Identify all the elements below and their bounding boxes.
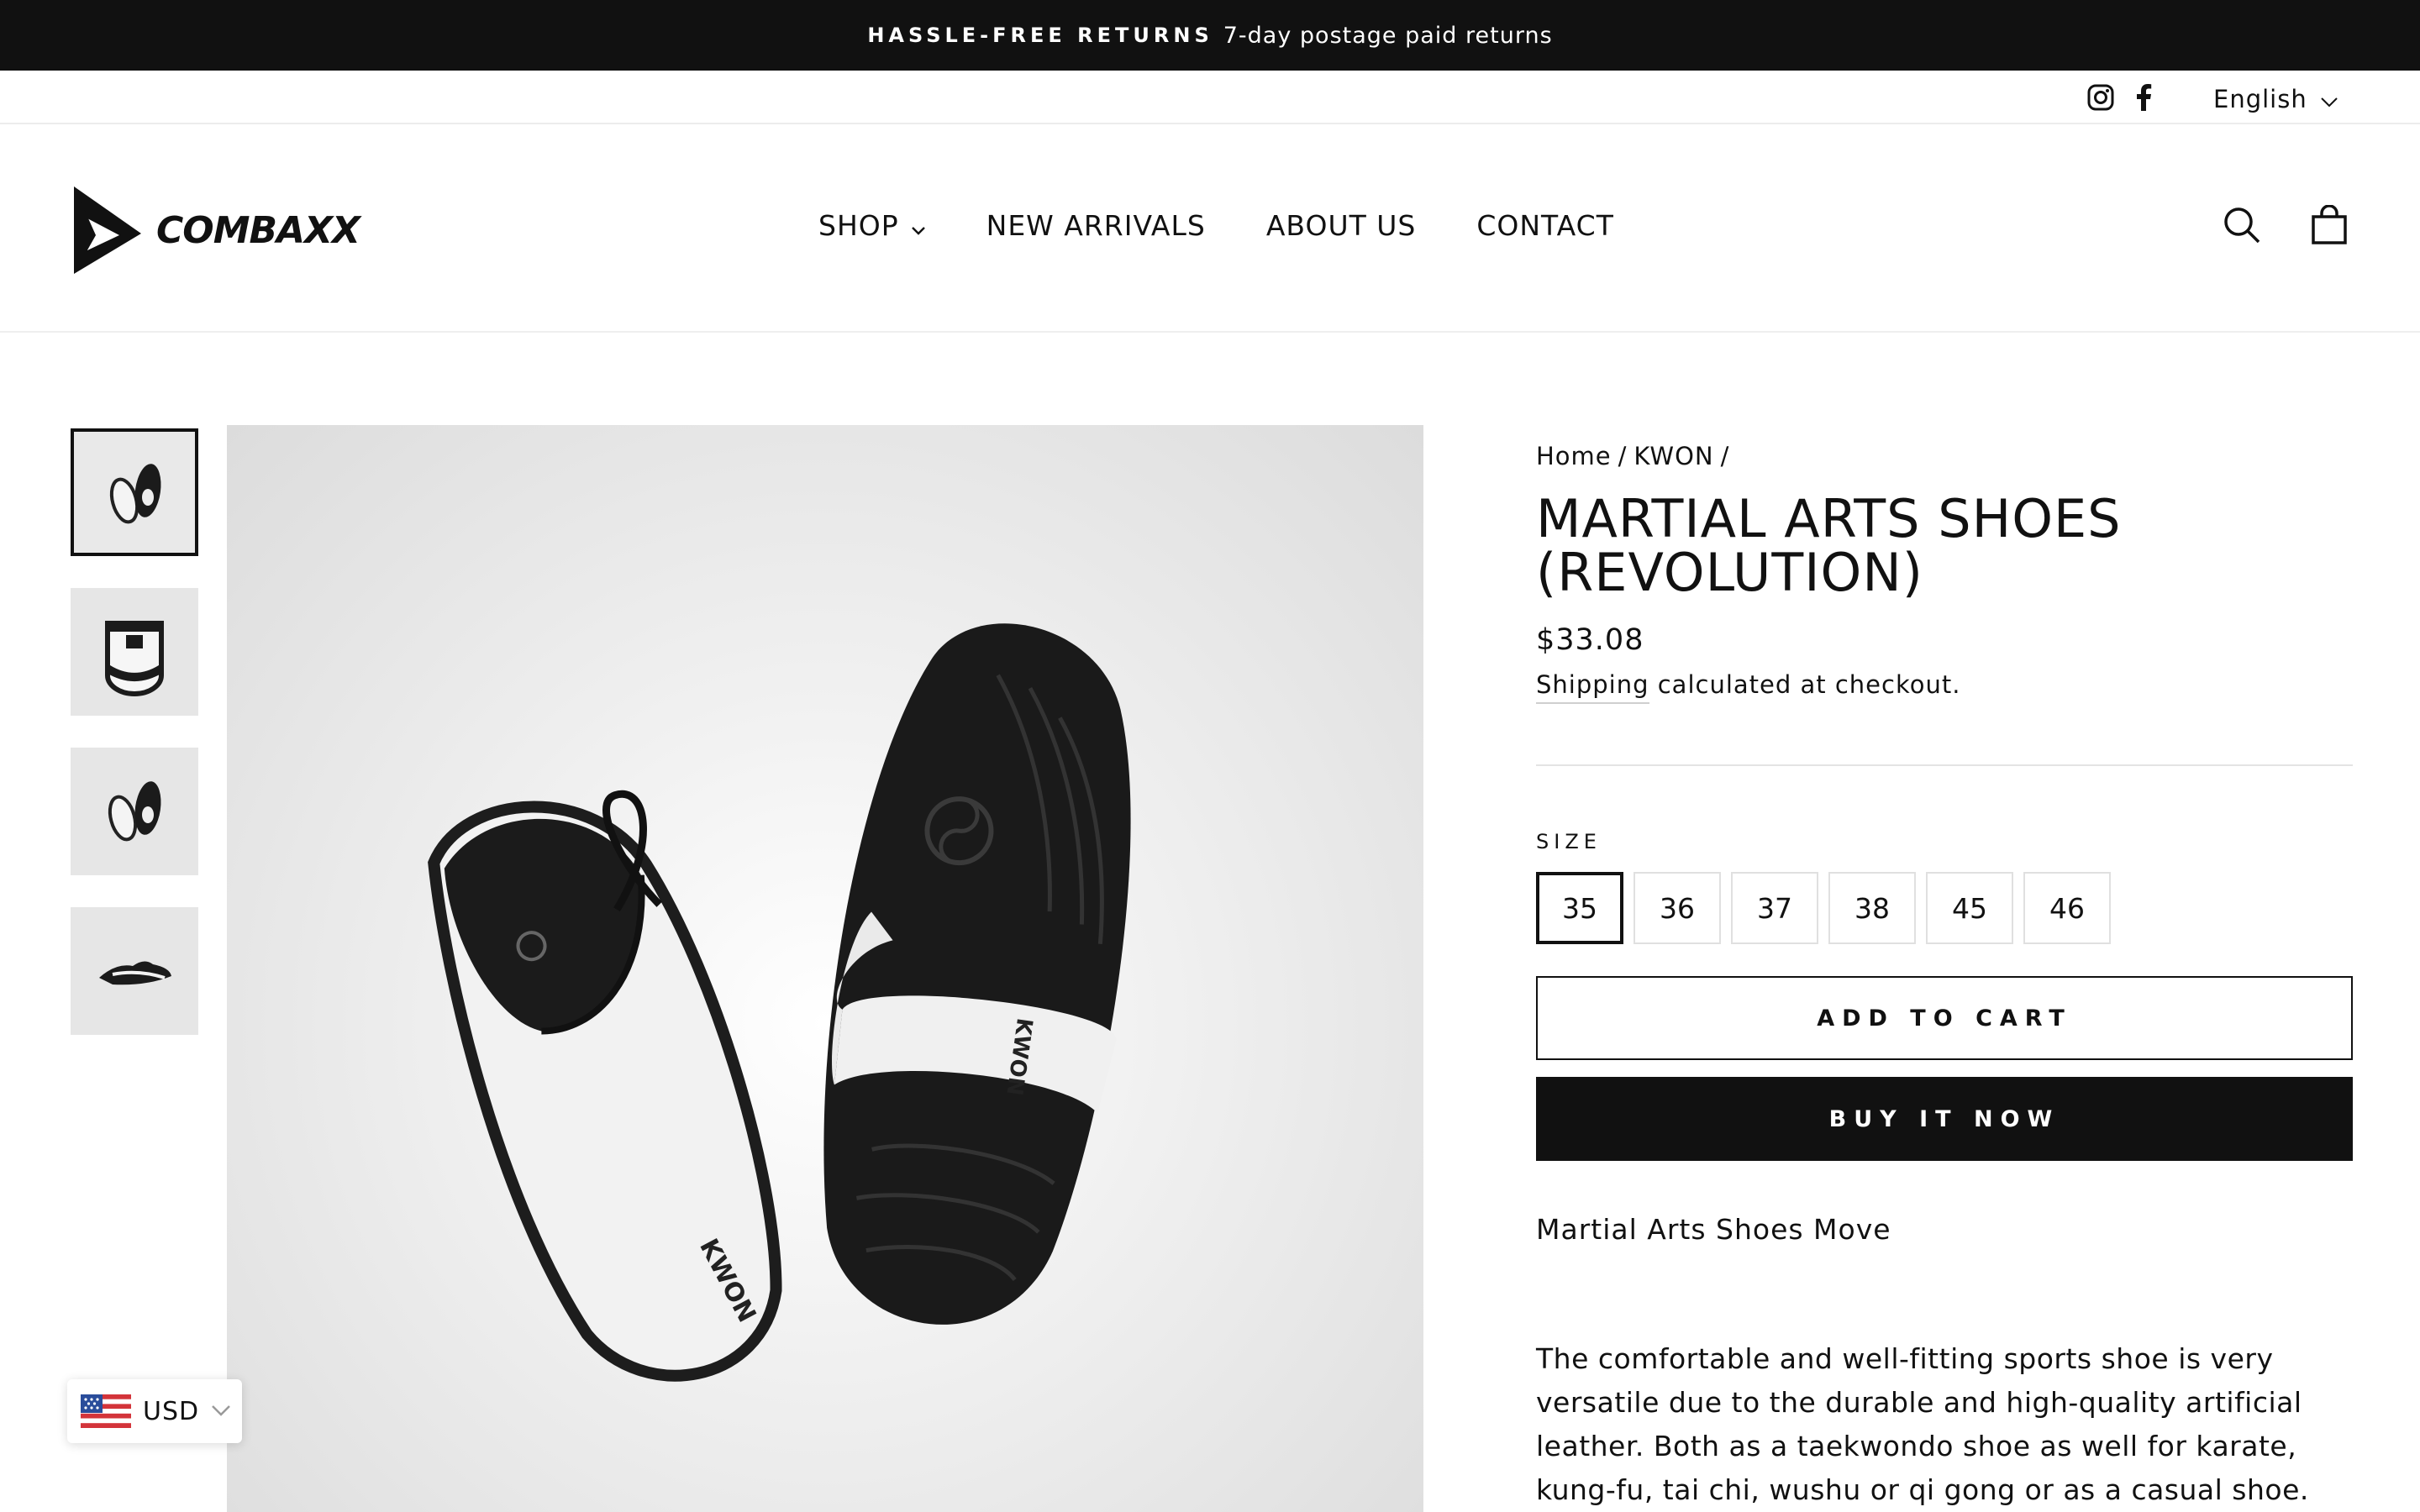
product-price: $33.08 — [1536, 623, 1644, 657]
breadcrumb-home[interactable]: Home — [1536, 442, 1612, 470]
product-description: The comfortable and well-fitting sports … — [1536, 1342, 2309, 1506]
shoe-side-image — [71, 907, 198, 1035]
size-option-37[interactable]: 37 — [1731, 872, 1818, 944]
nav-item-about-us[interactable]: ABOUT US — [1266, 209, 1417, 242]
size-option-35[interactable]: 35 — [1536, 872, 1623, 944]
breadcrumb-separator: / — [1618, 442, 1628, 470]
breadcrumb-separator: / — [1720, 442, 1730, 470]
brand-name: COMBAXX — [156, 208, 360, 252]
size-label: SIZE — [1536, 830, 1602, 853]
product-title: MARTIAL ARTS SHOES (REVOLUTION) — [1536, 488, 2122, 603]
nav-label: SHOP — [818, 208, 899, 242]
thumbnail-4[interactable] — [71, 907, 198, 1035]
thumbnail-3[interactable] — [71, 748, 198, 875]
nav-label: NEW ARRIVALS — [986, 208, 1206, 242]
shoe-front-image — [71, 588, 198, 716]
search-icon[interactable] — [2218, 202, 2265, 249]
breadcrumb: Home / KWON / — [1536, 442, 1729, 470]
announcement-bar: HASSLE-FREE RETURNS 7-day postage paid r… — [0, 0, 2420, 71]
nav-label: ABOUT US — [1265, 208, 1417, 242]
nav-item-contact[interactable]: CONTACT — [1476, 209, 1614, 242]
instagram-icon[interactable] — [2087, 81, 2118, 114]
size-options: 35 36 37 38 45 46 — [1536, 872, 2111, 944]
shipping-note: Shipping calculated at checkout. — [1536, 670, 1961, 704]
shoes-pair-image — [74, 432, 195, 553]
language-label: English — [2213, 85, 2307, 113]
logo-mark-icon — [74, 186, 141, 274]
shipping-text: calculated at checkout. — [1649, 670, 1961, 699]
shipping-link[interactable]: Shipping — [1536, 670, 1649, 704]
divider — [1536, 764, 2353, 766]
chevron-down-icon — [211, 1404, 231, 1420]
announcement-text: 7-day postage paid returns — [1223, 22, 1553, 49]
shopping-bag-icon[interactable] — [2306, 202, 2353, 249]
site-header: COMBAXX SHOP NEW ARRIVALS ABOUT US CONTA… — [0, 124, 2420, 333]
us-flag-icon — [81, 1394, 131, 1428]
size-option-36[interactable]: 36 — [1634, 872, 1721, 944]
nav-item-new-arrivals[interactable]: NEW ARRIVALS — [986, 209, 1206, 242]
shoes-pair-image — [71, 748, 198, 875]
language-selector[interactable]: English — [2213, 81, 2338, 118]
add-to-cart-button[interactable]: ADD TO CART — [1536, 976, 2353, 1060]
buy-now-button[interactable]: BUY IT NOW — [1536, 1077, 2353, 1161]
announcement-strong: HASSLE-FREE RETURNS — [867, 24, 1213, 47]
breadcrumb-kwon[interactable]: KWON — [1634, 442, 1713, 470]
chevron-down-icon — [911, 209, 926, 242]
thumbnail-2[interactable] — [71, 588, 198, 716]
product-subtitle: Martial Arts Shoes Move — [1536, 1213, 1891, 1246]
thumbnail-1[interactable] — [71, 428, 198, 556]
chevron-down-icon — [2321, 85, 2338, 113]
size-option-45[interactable]: 45 — [1926, 872, 2013, 944]
currency-code: USD — [143, 1396, 200, 1426]
shoes-image: KWON KWON — [428, 623, 1131, 1382]
main-nav: SHOP NEW ARRIVALS ABOUT US CONTACT — [818, 202, 1614, 249]
facebook-icon[interactable] — [2134, 81, 2165, 114]
utility-bar: English — [0, 71, 2420, 124]
currency-selector[interactable]: USD — [67, 1379, 242, 1443]
brand-logo[interactable]: COMBAXX — [71, 185, 360, 276]
size-option-38[interactable]: 38 — [1828, 872, 1916, 944]
main-product-image[interactable]: KWON KWON — [227, 425, 1423, 1512]
nav-item-shop[interactable]: SHOP — [818, 209, 926, 242]
size-option-46[interactable]: 46 — [2023, 872, 2111, 944]
nav-label: CONTACT — [1476, 208, 1614, 242]
